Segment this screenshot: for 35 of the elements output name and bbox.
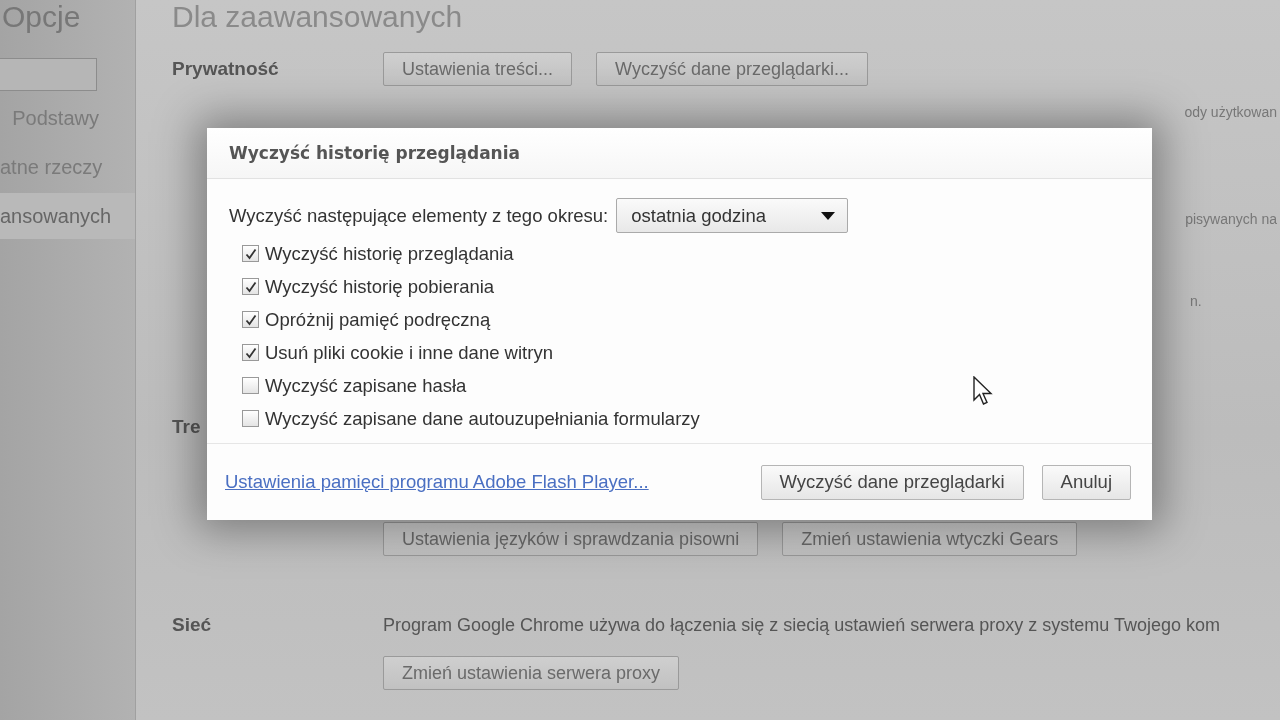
section-label: Sieć xyxy=(172,614,212,636)
description-text: n. xyxy=(1190,293,1202,311)
checkbox[interactable] xyxy=(242,344,259,361)
period-dropdown[interactable]: ostatnia godzina xyxy=(616,198,849,233)
flash-settings-link[interactable]: Ustawienia pamięci programu Adobe Flash Player... xyxy=(225,471,743,493)
sidebar-item[interactable]: ansowanych xyxy=(0,193,135,239)
checkbox-label: Usuń pliki cookie i inne dane witryn xyxy=(265,341,553,364)
checkbox-label: Wyczyść zapisane hasła xyxy=(265,374,467,397)
settings-button[interactable]: Zmień ustawienia wtyczki Gears xyxy=(782,522,1078,556)
cancel-button[interactable]: Anuluj xyxy=(1041,464,1131,500)
description-text: pisywanych na xyxy=(1185,211,1277,229)
checkbox-label: Wyczyść zapisane dane autouzupełniania formularzy xyxy=(265,407,700,430)
period-label: Wyczyść następujące elementy z tego okresu: xyxy=(229,204,609,227)
section-label: Tre xyxy=(172,416,201,438)
checkbox-label: Wyczyść historię pobierania xyxy=(265,275,495,298)
checkbox-label: Wyczyść historię przeglądania xyxy=(265,242,514,265)
dropdown-arrow-icon xyxy=(821,211,836,220)
section-label: Prywatność xyxy=(172,58,279,80)
checkbox[interactable] xyxy=(242,278,259,295)
page-title: Dla zaawansowanych xyxy=(172,0,463,34)
proxy-settings-button[interactable]: Zmień ustawienia serwera proxy xyxy=(383,656,680,690)
clear-data-button[interactable]: Wyczyść dane przeglądarki xyxy=(760,464,1024,500)
cursor-icon xyxy=(973,376,993,406)
checkbox[interactable] xyxy=(242,245,259,262)
description-text: ody użytkowan xyxy=(1184,104,1277,122)
checkbox-label: Opróżnij pamięć podręczną xyxy=(265,308,491,331)
dialog-title: Wyczyść historię przeglądania xyxy=(229,143,520,163)
settings-button[interactable]: Ustawienia języków i sprawdzania pisowni xyxy=(383,522,759,556)
settings-button[interactable]: Wyczyść dane przeglądarki... xyxy=(596,52,868,86)
checkbox[interactable] xyxy=(242,311,259,328)
settings-button[interactable]: Ustawienia treści... xyxy=(383,52,573,86)
checkbox[interactable] xyxy=(242,410,259,427)
search-field[interactable] xyxy=(0,58,97,91)
checkbox[interactable] xyxy=(242,377,259,394)
description-text: Program Google Chrome używa do łączenia się z siecią ustawień serwera proxy z systemu Twojego kom xyxy=(383,614,1221,636)
